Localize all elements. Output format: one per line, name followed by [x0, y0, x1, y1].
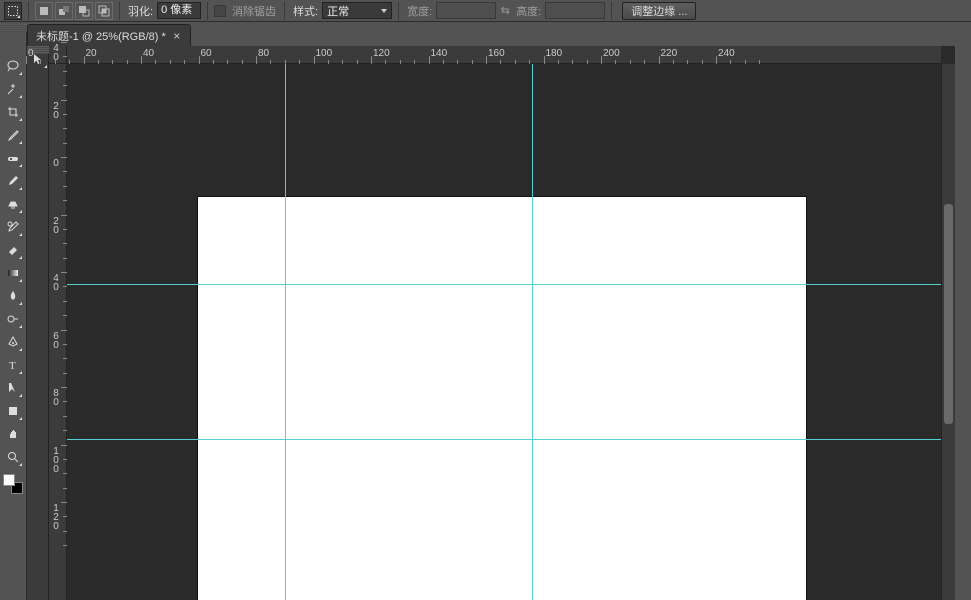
editor-area: 020406080100120140160180200220240 402002…	[49, 46, 955, 600]
pen-tool-icon[interactable]	[2, 331, 24, 353]
ruler-tick-label: 220	[661, 48, 678, 59]
panel-grip[interactable]	[0, 24, 27, 32]
eraser-tool-icon[interactable]	[2, 239, 24, 261]
ruler-horizontal[interactable]: 020406080100120140160180200220240	[67, 46, 941, 64]
zoom-tool-icon[interactable]	[2, 446, 24, 468]
separator	[611, 2, 612, 20]
ruler-tick-label: 60	[201, 48, 212, 59]
ruler-tick-label: 20	[86, 48, 97, 59]
ruler-tick-label: 0	[50, 159, 62, 168]
feather-label: 羽化:	[128, 3, 153, 19]
healing-brush-tool-icon[interactable]	[2, 147, 24, 169]
clone-stamp-tool-icon[interactable]	[2, 193, 24, 215]
magic-wand-tool-icon[interactable]	[2, 78, 24, 100]
path-selection-tool-icon[interactable]	[2, 377, 24, 399]
chevron-down-icon	[381, 9, 387, 13]
antialias-label: 消除锯齿	[232, 3, 276, 19]
height-label: 高度:	[516, 3, 541, 19]
gradient-tool-icon[interactable]	[2, 262, 24, 284]
ruler-tick-label: 40	[50, 274, 62, 292]
ruler-tick-label: 60	[50, 332, 62, 350]
style-select[interactable]: 正常	[322, 2, 392, 19]
separator	[207, 2, 208, 20]
foreground-color-swatch[interactable]	[3, 474, 15, 486]
ruler-tick-label: 20	[50, 102, 62, 120]
ruler-tick-label: 200	[603, 48, 620, 59]
ruler-tick-label: 120	[373, 48, 390, 59]
document-tab[interactable]: 未标题-1 @ 25%(RGB/8) * ×	[27, 24, 191, 46]
crop-tool-icon[interactable]	[2, 101, 24, 123]
ruler-vertical[interactable]: 4020020406080100120	[49, 64, 67, 600]
swap-dimensions-icon[interactable]: ⇆	[498, 4, 512, 18]
selection-mode-intersect-icon[interactable]	[95, 2, 113, 20]
selection-mode-new-icon[interactable]	[35, 2, 53, 20]
selection-mode-add-icon[interactable]	[55, 2, 73, 20]
refine-edge-button[interactable]: 调整边缘 ...	[622, 2, 696, 20]
separator	[398, 2, 399, 20]
type-tool-icon[interactable]: T	[2, 354, 24, 376]
ruler-tick-label: 80	[50, 389, 62, 407]
ruler-tick-label: 180	[546, 48, 563, 59]
ruler-tick-label: 160	[488, 48, 505, 59]
feather-input[interactable]: 0 像素	[157, 2, 201, 19]
guide-vertical[interactable]	[285, 64, 286, 600]
ruler-tick-label: 140	[431, 48, 448, 59]
antialias-checkbox[interactable]	[214, 5, 226, 17]
ruler-tick-label: 100	[50, 447, 62, 474]
document-tab-title: 未标题-1 @ 25%(RGB/8) *	[36, 28, 166, 44]
blur-tool-icon[interactable]	[2, 285, 24, 307]
hand-tool-icon[interactable]	[2, 423, 24, 445]
canvas-viewport[interactable]	[67, 64, 941, 600]
separator	[119, 2, 120, 20]
lasso-tool-icon[interactable]	[2, 55, 24, 77]
ruler-tick-label: 0	[28, 48, 34, 59]
toolbox-secondary: T	[0, 24, 27, 600]
ruler-tick-label: 40	[50, 44, 62, 62]
ruler-tick-label: 80	[258, 48, 269, 59]
separator	[284, 2, 285, 20]
ruler-tick-label: 240	[718, 48, 735, 59]
vertical-scrollbar[interactable]	[941, 64, 955, 600]
scrollbar-thumb[interactable]	[944, 204, 953, 424]
selection-mode-subtract-icon[interactable]	[75, 2, 93, 20]
guide-vertical[interactable]	[532, 64, 533, 600]
separator	[28, 2, 29, 20]
ruler-tick-label: 20	[50, 217, 62, 235]
marquee-tool-preset[interactable]	[4, 2, 22, 20]
svg-text:T: T	[9, 360, 16, 372]
ruler-tick-label: 120	[50, 504, 62, 531]
guide-horizontal[interactable]	[67, 284, 941, 285]
shape-tool-icon[interactable]	[2, 400, 24, 422]
toolbox-main	[27, 46, 49, 600]
close-icon[interactable]: ×	[172, 31, 182, 41]
brush-tool-icon[interactable]	[2, 170, 24, 192]
canvas[interactable]	[198, 197, 806, 600]
width-label: 宽度:	[407, 3, 432, 19]
style-label: 样式:	[293, 3, 318, 19]
eyedropper-tool-icon[interactable]	[2, 124, 24, 146]
style-value: 正常	[327, 3, 349, 19]
document-tab-bar: 未标题-1 @ 25%(RGB/8) * ×	[27, 24, 191, 46]
height-input[interactable]	[545, 2, 605, 19]
ruler-tick-label: 40	[143, 48, 154, 59]
ruler-tick-label: 100	[316, 48, 333, 59]
app-root: { "options_bar": { "feather_label": "羽化:…	[0, 0, 971, 600]
foreground-background-colors[interactable]	[1, 472, 25, 496]
history-brush-tool-icon[interactable]	[2, 216, 24, 238]
width-input[interactable]	[436, 2, 496, 19]
options-bar: 羽化: 0 像素 消除锯齿 样式: 正常 宽度: ⇆ 高度: 调整边缘 ...	[0, 0, 971, 22]
guide-horizontal[interactable]	[67, 439, 941, 440]
dodge-tool-icon[interactable]	[2, 308, 24, 330]
